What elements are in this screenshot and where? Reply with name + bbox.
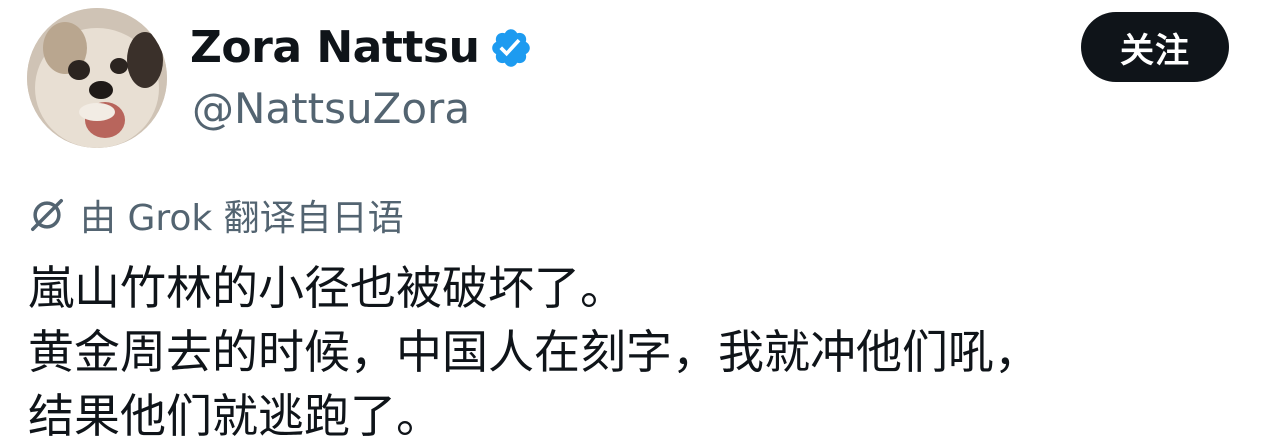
dog-avatar-image: [27, 8, 167, 148]
grok-icon: [28, 196, 66, 234]
display-name-text[interactable]: Zora Nattsu: [190, 22, 480, 74]
tweet-text: 嵐山竹林的小径也被破坏了。 黄金周去的时候，中国人在刻字，我就冲他们吼， 结果他…: [28, 256, 1040, 444]
verified-badge-icon[interactable]: [489, 26, 533, 70]
user-handle[interactable]: @NattsuZora: [192, 84, 470, 134]
display-name[interactable]: Zora Nattsu: [190, 22, 533, 74]
translation-label: 由 Grok 翻译自日语: [80, 198, 404, 239]
tweet-line: 嵐山竹林的小径也被破坏了。: [28, 261, 626, 315]
tweet-line: 结果他们就逃跑了。: [28, 389, 442, 443]
tweet-line: 黄金周去的时候，中国人在刻字，我就冲他们吼，: [28, 325, 1040, 379]
translation-notice[interactable]: 由 Grok 翻译自日语: [28, 190, 404, 240]
avatar[interactable]: [27, 8, 167, 148]
follow-button[interactable]: 关注: [1081, 12, 1229, 82]
